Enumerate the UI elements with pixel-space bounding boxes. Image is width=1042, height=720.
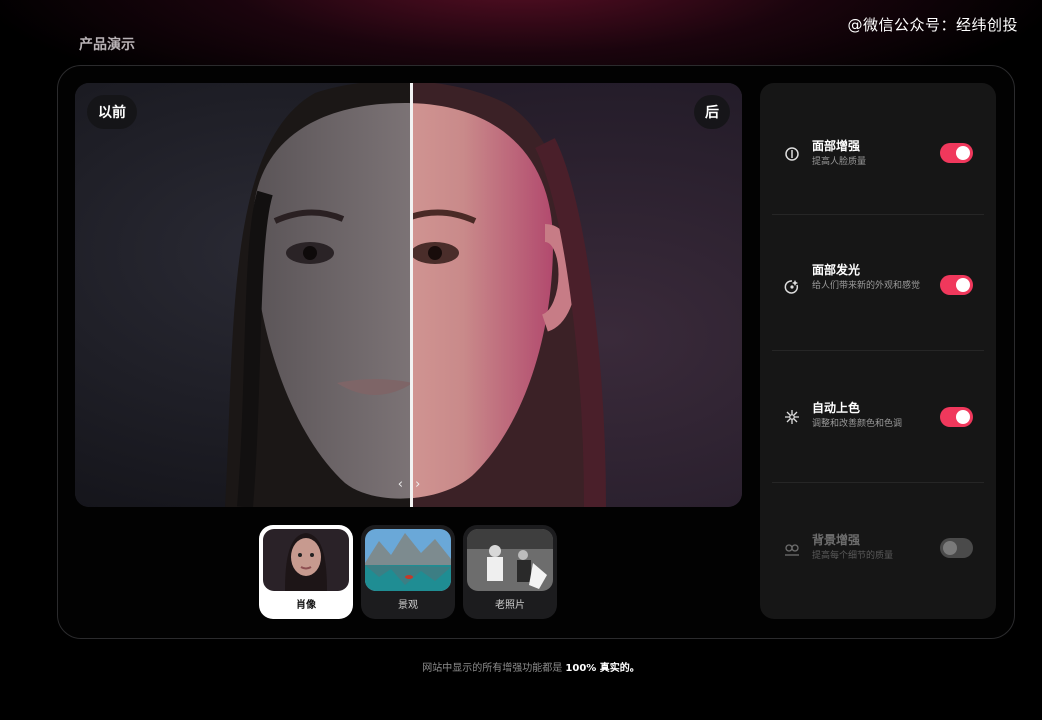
feature-desc: 调整和改善颜色和色调 (812, 419, 903, 429)
feature-face-enhance: 面部增强 提高人脸质量 (772, 83, 984, 215)
face-glow-toggle[interactable] (940, 275, 973, 295)
portrait-image (75, 83, 742, 507)
feature-name: 面部增强 (812, 139, 861, 153)
thumbnail-label: 肖像 (296, 600, 316, 611)
feature-desc: 给人们带来新的外观和感觉 (812, 281, 921, 291)
feature-name: 自动上色 (812, 401, 861, 415)
feature-desc: 提高每个细节的质量 (812, 551, 894, 561)
thumbnail-old-photo[interactable]: 老照片 (463, 525, 557, 619)
thumbnail-landscape[interactable]: 景观 (361, 525, 455, 619)
background-enhance-toggle[interactable] (940, 538, 973, 558)
auto-color-toggle[interactable] (940, 407, 973, 427)
thumbnail-label: 老照片 (495, 600, 525, 611)
compare-divider[interactable] (410, 83, 413, 507)
divider (772, 214, 984, 215)
background-enhance-icon (784, 541, 800, 557)
footer-text: 网站中显示的所有增强功能都是 (422, 663, 566, 674)
section-title: 产品演示 (79, 37, 135, 53)
divider-handle[interactable]: ‹ › (396, 477, 426, 493)
after-label: 后 (694, 95, 730, 129)
portrait-thumbnail-image (263, 529, 349, 591)
footer-highlight: 100% 真实的。 (565, 663, 640, 674)
feature-face-glow: 面部发光 给人们带来新的外观和感觉 (772, 219, 984, 351)
sparkle-icon (784, 409, 800, 425)
before-label: 以前 (87, 95, 137, 129)
watermark: @微信公众号：经纬创投 (847, 16, 1018, 34)
enhancement-panel: 面部增强 提高人脸质量 面部发光 给人们带来新的外观和感觉 自动上色 调整和改善… (760, 83, 996, 619)
landscape-thumbnail-image (365, 529, 451, 591)
footer-note: 网站中显示的所有增强功能都是 100% 真实的。 (0, 659, 1042, 674)
feature-auto-color: 自动上色 调整和改善颜色和色调 (772, 351, 984, 483)
feature-desc: 提高人脸质量 (812, 157, 867, 167)
face-glow-icon (784, 279, 800, 295)
feature-background-enhance: 背景增强 提高每个细节的质量 (772, 483, 984, 615)
feature-name: 面部发光 (812, 263, 861, 277)
face-enhance-toggle[interactable] (940, 143, 973, 163)
old-photo-thumbnail-image (467, 529, 553, 591)
thumbnail-portrait[interactable]: 肖像 (259, 525, 353, 619)
feature-name: 背景增强 (812, 533, 861, 547)
face-enhance-icon (784, 146, 800, 162)
before-after-compare[interactable]: 以前 后 ‹ › (75, 83, 742, 507)
thumbnail-label: 景观 (398, 600, 418, 611)
